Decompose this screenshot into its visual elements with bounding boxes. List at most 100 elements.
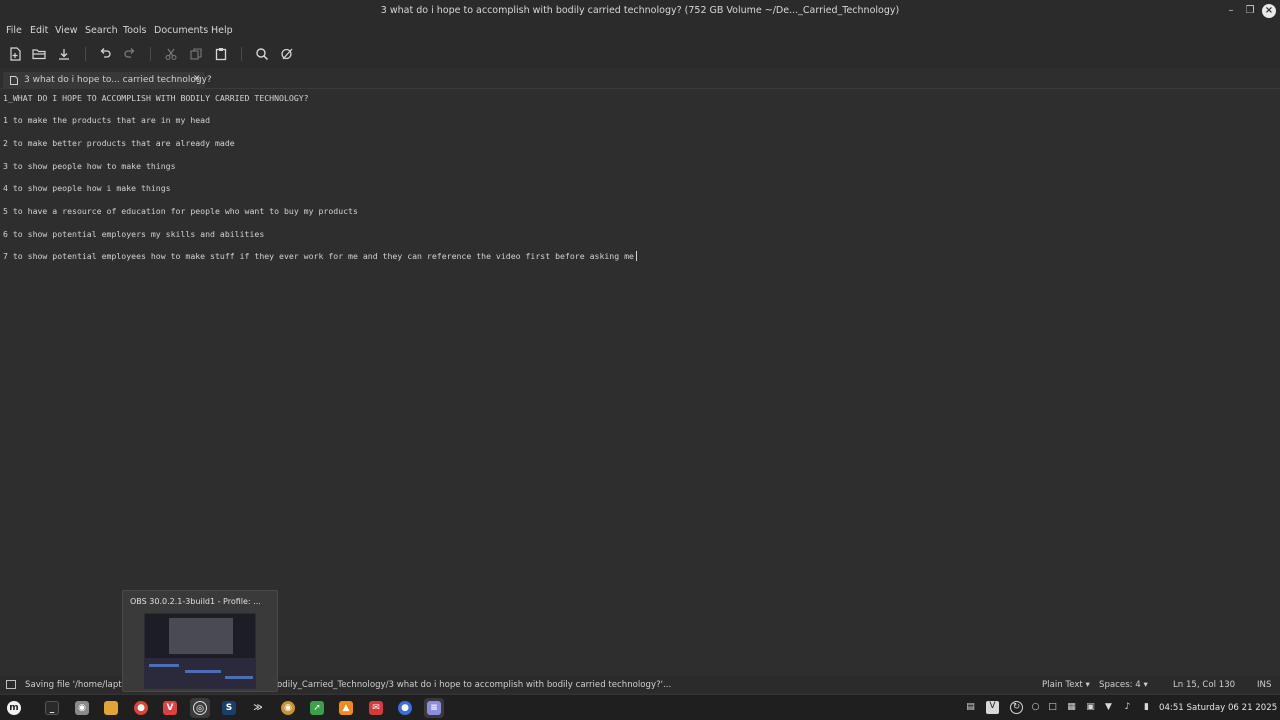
taskbar-vlc[interactable]: ▲ [336,698,356,718]
taskbar-steam[interactable]: S [219,698,239,718]
window-title: 3 what do i hope to accomplish with bodi… [380,5,900,16]
taskbar-disks[interactable]: ◉ [72,698,92,718]
spaces-label: Spaces: 4 [1099,680,1141,690]
taskbar-blender[interactable]: ◉ [278,698,298,718]
language-label: Plain Text [1042,680,1083,690]
obs-preview-meter [225,676,253,679]
inkscape-icon: ➚ [310,701,324,715]
obs-preview-title: OBS 30.0.2.1-3build1 - Profile: ... [130,597,261,606]
vivaldi-icon: V [163,701,177,715]
taskbar-chat[interactable]: ● [395,698,415,718]
obs-preview-meter [149,664,179,667]
taskbar-chrome[interactable]: ● [131,698,151,718]
editor-line: 4 to show people how i make things [3,183,171,193]
wifi-icon[interactable]: ▼ [1103,702,1114,713]
editor-line: 6 to show potential employers my skills … [3,229,265,239]
menu-help[interactable]: Help [211,25,233,36]
maximize-button[interactable]: ❐ [1243,4,1257,18]
cursor-position[interactable]: Ln 15, Col 130 [1173,680,1235,690]
bluetooth-icon[interactable]: ▦ [1066,702,1077,713]
tab-close-icon[interactable]: ✕ [193,74,201,84]
chat-icon: ● [398,701,412,715]
battery-icon[interactable]: ▮ [1141,702,1152,713]
taskbar: m _ ◉ ● V ◎ S ≫ ◉ ➚ ▲ ✉ ● ≡ ▤ V ↻ ○ □ ▦ … [0,694,1280,720]
copy-icon[interactable] [188,46,204,62]
title-bar[interactable]: 3 what do i hope to accomplish with bodi… [0,0,1280,22]
menu-bar: File Edit View Search Tools Documents He… [0,22,1280,40]
screen-icon[interactable]: ▣ [1085,702,1096,713]
disks-icon: ◉ [75,701,89,715]
document-icon [10,76,18,85]
blender-icon: ◉ [281,701,295,715]
tab-label: 3 what do i hope to... carried technolog… [24,75,212,85]
display-icon[interactable]: □ [1047,702,1058,713]
taskbar-obs[interactable]: ◎ [190,698,210,718]
taskbar-terminal[interactable]: _ [42,698,62,718]
menu-edit[interactable]: Edit [30,25,48,36]
redo-icon[interactable] [122,46,138,62]
obs-window-preview[interactable]: OBS 30.0.2.1-3build1 - Profile: ... [122,590,278,692]
mint-menu-icon: m [7,701,21,715]
menu-view[interactable]: View [55,25,78,36]
editor-line: 3 to show people how to make things [3,161,176,171]
update-icon[interactable]: ↻ [1010,701,1023,714]
status-saving-path: odily_Carried_Technology/3 what do i hop… [277,680,672,690]
tab-bar: 3 what do i hope to... carried technolog… [0,70,1280,89]
new-document-icon[interactable] [7,46,23,62]
clipboard-icon[interactable]: ▤ [965,702,976,713]
text-editor-area[interactable]: 1_WHAT DO I HOPE TO ACCOMPLISH WITH BODI… [0,90,1280,674]
menu-tools[interactable]: Tools [123,25,146,36]
sidebar-toggle-icon[interactable] [6,680,16,689]
insert-mode[interactable]: INS [1257,680,1271,690]
folder-icon [104,701,118,715]
chevron-down-icon: ▾ [1085,680,1090,690]
taskbar-email[interactable]: ✉ [366,698,386,718]
network-icon[interactable]: ○ [1030,702,1041,713]
chrome-icon: ● [134,701,148,715]
search-icon[interactable] [254,46,270,62]
chevron-down-icon: ▾ [1143,680,1148,690]
spaces-selector[interactable]: Spaces: 4 ▾ [1099,680,1148,690]
toolbar-separator [241,47,242,61]
close-button[interactable]: × [1262,4,1276,18]
clear-format-icon[interactable] [279,46,295,62]
taskbar-menu-button[interactable]: m [4,698,24,718]
menu-search[interactable]: Search [85,25,118,36]
taskbar-text-editor[interactable]: ≡ [424,698,444,718]
vpn-icon[interactable]: V [986,701,999,714]
paste-icon[interactable] [213,46,229,62]
text-cursor [635,251,637,261]
text-editor-window: 3 what do i hope to accomplish with bodi… [0,0,1280,720]
launcher-icon: ≫ [253,703,263,713]
menu-documents[interactable]: Documents [154,25,208,36]
editor-line: 1 to make the products that are in my he… [3,115,211,125]
undo-icon[interactable] [97,46,113,62]
editor-line: 1_WHAT DO I HOPE TO ACCOMPLISH WITH BODI… [3,93,309,103]
language-selector[interactable]: Plain Text ▾ [1042,680,1090,690]
taskbar-files[interactable] [101,698,121,718]
toolbar-separator [150,47,151,61]
open-folder-icon[interactable] [31,46,47,62]
text-editor-icon: ≡ [427,701,441,715]
obs-preview-docks [145,658,255,688]
terminal-icon: _ [45,701,59,715]
obs-thumbnail[interactable] [144,613,256,689]
taskbar-vivaldi[interactable]: V [160,698,180,718]
toolbar [0,40,1280,68]
minimize-button[interactable]: – [1224,4,1238,18]
editor-line-text: 7 to show potential employees how to mak… [3,251,634,261]
editor-line: 2 to make better products that are alrea… [3,138,235,148]
vlc-icon: ▲ [339,701,353,715]
save-icon[interactable] [56,46,72,62]
volume-icon[interactable]: ♪ [1122,702,1133,713]
obs-preview-meter [185,670,221,673]
tab-document[interactable]: 3 what do i hope to... carried technolog… [3,72,212,89]
editor-line-current: 7 to show potential employees how to mak… [3,251,637,261]
clock[interactable]: 04:51 Saturday 06 21 2025 [1159,703,1277,713]
cut-icon[interactable] [163,46,179,62]
taskbar-inkscape[interactable]: ➚ [307,698,327,718]
status-saving-text: Saving file '/home/lapto [25,680,127,690]
toolbar-separator [85,47,86,61]
taskbar-launcher[interactable]: ≫ [248,698,268,718]
menu-file[interactable]: File [6,25,22,36]
